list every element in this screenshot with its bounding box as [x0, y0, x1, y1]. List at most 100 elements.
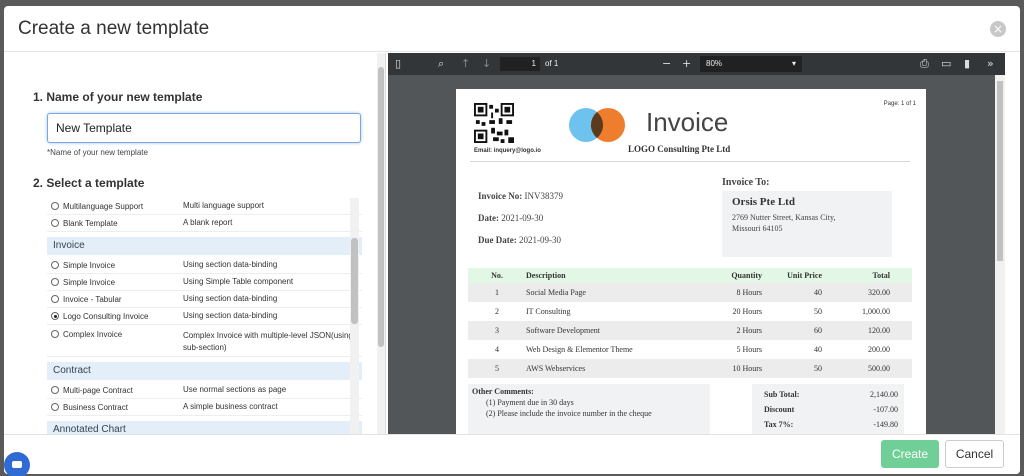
totals-value: 2,140.00: [870, 390, 898, 399]
comment-line: (2) Please include the invoice number in…: [486, 409, 652, 418]
totals-box: Sub Total: 2,140.00 Discount -107.00 Tax 7%:…: [752, 384, 904, 434]
invoice-page: Email: inquery@logo.io Invoice LOGO Cons…: [456, 89, 926, 434]
template-name: Multilanguage Support: [63, 201, 144, 211]
table-cell: 320.00: [868, 288, 890, 297]
template-desc: A simple business contract: [183, 402, 278, 411]
pdf-preview: ▯ ⌕ ↑ ↓ 1 of 1 − + 80% ▾ ⎙ ▭ ▮ » Email: …: [388, 53, 1005, 434]
arrow-down-icon[interactable]: ↓: [482, 57, 491, 71]
company-email: Email: inquery@logo.io: [474, 148, 541, 154]
invoice-due-value: 2021-09-30: [519, 235, 561, 245]
invoice-number-value: INV38379: [524, 191, 564, 201]
template-name-input[interactable]: [47, 113, 361, 143]
template-group-header: Invoice: [47, 237, 362, 255]
template-list-scrollbar[interactable]: [350, 198, 359, 434]
invoice-items-table: No. Description Quantity Unit Price Total 1 So…: [468, 268, 912, 378]
table-row: 3 Software Development 2 Hours 60 120.00: [468, 321, 912, 340]
template-option[interactable]: Blank Template A blank report: [47, 215, 362, 232]
qr-code: [474, 103, 514, 143]
template-option[interactable]: Multi-page Contract Use normal sections a…: [47, 382, 362, 399]
radio-button[interactable]: [51, 312, 59, 320]
more-icon[interactable]: »: [987, 57, 994, 71]
divider: [470, 161, 910, 162]
template-option[interactable]: Business Contract A simple business contr…: [47, 399, 362, 416]
radio-button[interactable]: [51, 202, 59, 210]
template-name-hint: *Name of your new template: [47, 148, 148, 157]
page-label: Page: 1 of 1: [883, 101, 916, 107]
radio-button[interactable]: [51, 386, 59, 394]
radio-button[interactable]: [51, 295, 59, 303]
step1-label: 1. Name of your new template: [33, 90, 203, 104]
table-cell: 5 Hours: [736, 345, 762, 354]
table-cell: 3: [495, 326, 499, 335]
template-name: Blank Template: [63, 218, 118, 228]
column-header: Description: [526, 271, 566, 280]
radio-button[interactable]: [51, 278, 59, 286]
pdf-scrollbar[interactable]: [995, 75, 1005, 434]
template-name: Simple Invoice: [63, 260, 116, 270]
totals-row: Discount -107.00: [758, 402, 898, 417]
invoice-number: Invoice No: INV38379: [478, 191, 563, 201]
column-header: Unit Price: [787, 271, 822, 280]
table-cell: 60: [814, 326, 822, 335]
radio-button[interactable]: [51, 403, 59, 411]
template-option[interactable]: Logo Consulting Invoice Using section dat…: [47, 308, 362, 325]
template-option[interactable]: Simple Invoice Using section data-binding: [47, 257, 362, 274]
bookmark-icon[interactable]: ▮: [964, 57, 970, 71]
minus-icon[interactable]: −: [662, 57, 671, 71]
table-cell: 40: [814, 288, 822, 297]
left-pane-scrollbar[interactable]: [377, 53, 385, 434]
invoice-due-label: Due Date:: [478, 235, 517, 245]
table-cell: 20 Hours: [732, 307, 762, 316]
print-icon[interactable]: ⎙: [920, 57, 929, 71]
totals-value: -107.00: [873, 405, 898, 414]
table-cell: 2 Hours: [736, 326, 762, 335]
modal-header: Create a new template ×: [4, 6, 1020, 52]
table-cell: 500.00: [868, 364, 890, 373]
cancel-button[interactable]: Cancel: [945, 440, 1004, 468]
folder-icon[interactable]: ▭: [941, 57, 951, 71]
modal-title: Create a new template: [18, 17, 210, 39]
table-cell: Web Design & Elementor Theme: [526, 345, 633, 354]
search-icon[interactable]: ⌕: [438, 57, 444, 71]
zoom-value: 80%: [706, 59, 723, 68]
plus-icon[interactable]: +: [682, 57, 691, 71]
template-option[interactable]: Invoice - Tabular Using section data-bind…: [47, 291, 362, 308]
template-desc: Multi language support: [183, 201, 264, 210]
table-cell: 40: [814, 345, 822, 354]
radio-button[interactable]: [51, 261, 59, 269]
radio-button[interactable]: [51, 330, 59, 338]
invoice-to-address: 2769 Nutter Street, Kansas City, Missour…: [732, 213, 836, 233]
chat-icon[interactable]: [4, 452, 30, 476]
invoice-date: Date: 2021-09-30: [478, 213, 543, 223]
table-cell: 200.00: [868, 345, 890, 354]
close-icon[interactable]: ×: [990, 21, 1006, 37]
template-option[interactable]: Simple Invoice Using Simple Table compone…: [47, 274, 362, 291]
table-cell: 4: [495, 345, 499, 354]
table-cell: 1,000.00: [862, 307, 890, 316]
page-total: of 1: [545, 59, 559, 68]
pdf-toolbar: ▯ ⌕ ↑ ↓ 1 of 1 − + 80% ▾ ⎙ ▭ ▮ »: [388, 53, 1005, 75]
zoom-select[interactable]: 80% ▾: [700, 56, 802, 72]
table-cell: 50: [814, 364, 822, 373]
table-cell: 5: [495, 364, 499, 373]
table-row: 2 IT Consulting 20 Hours 50 1,000.00: [468, 302, 912, 321]
table-cell: Social Media Page: [526, 288, 586, 297]
comments-title: Other Comments:: [472, 387, 534, 396]
invoice-number-label: Invoice No:: [478, 191, 523, 201]
template-desc: Complex Invoice with multiple-level JSON…: [183, 331, 353, 352]
template-name: Simple Invoice: [63, 277, 116, 287]
totals-label: Discount: [764, 405, 795, 414]
invoice-date-value: 2021-09-30: [501, 213, 544, 223]
company-name: LOGO Consulting Pte Ltd: [628, 144, 731, 154]
chevron-down-icon: ▾: [791, 59, 796, 68]
template-option[interactable]: Multilanguage Support Multi language supp…: [47, 198, 362, 215]
create-button[interactable]: Create: [881, 440, 939, 468]
template-option[interactable]: Complex Invoice Complex Invoice with mult…: [47, 325, 362, 357]
page-number-input[interactable]: 1: [500, 57, 540, 71]
arrow-up-icon[interactable]: ↑: [461, 57, 470, 71]
table-cell: IT Consulting: [526, 307, 571, 316]
invoice-to-label: Invoice To:: [722, 177, 770, 188]
radio-button[interactable]: [51, 219, 59, 227]
table-cell: AWS Webservices: [526, 364, 586, 373]
sidebar-toggle-icon[interactable]: ▯: [395, 57, 401, 71]
